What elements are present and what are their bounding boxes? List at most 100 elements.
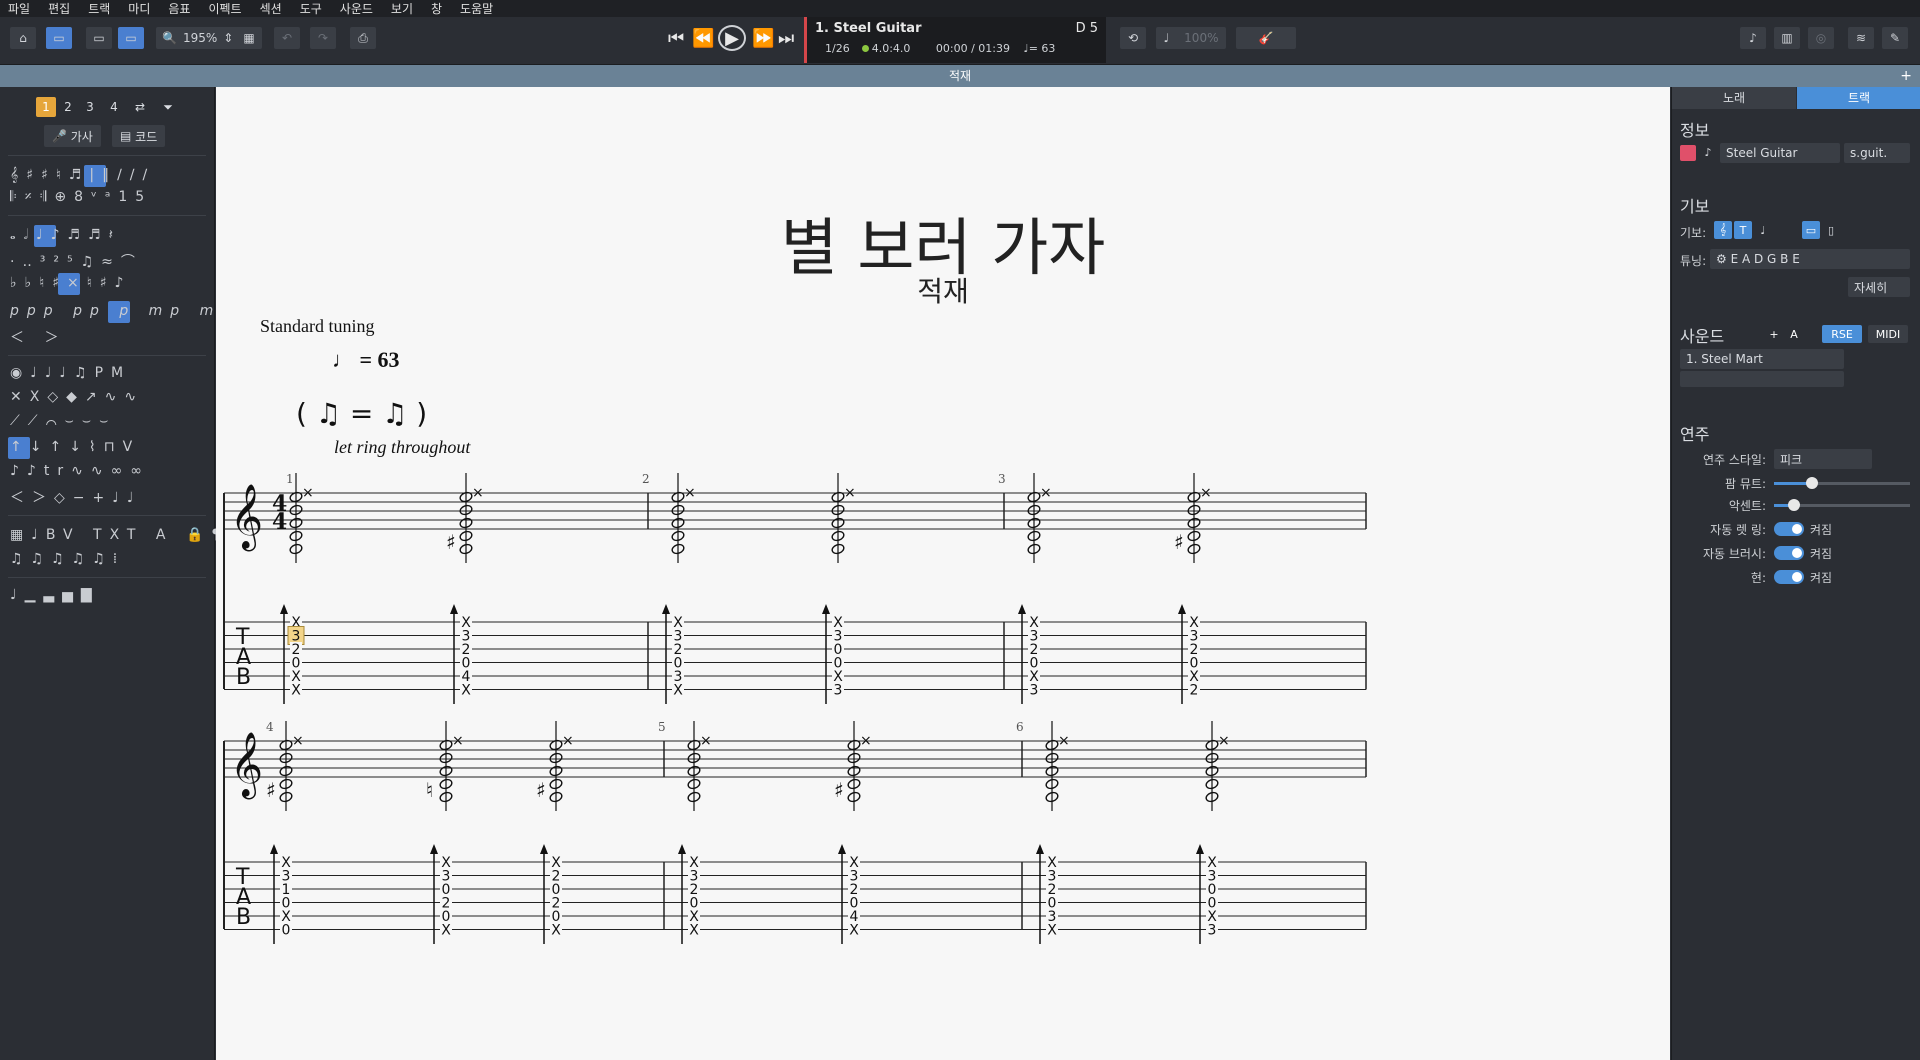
chord-button[interactable]: ▤ 코드 xyxy=(112,125,166,147)
lcd-track-name: 1. Steel Guitar xyxy=(815,21,922,36)
menu-note[interactable]: 음표 xyxy=(168,0,190,17)
drum-view-icon[interactable]: ◎ xyxy=(1808,27,1834,49)
menu-help[interactable]: 도움말 xyxy=(460,0,493,17)
voice-link-icon[interactable]: ⇄ xyxy=(130,97,150,117)
fast-forward-icon[interactable]: ⏩ xyxy=(752,25,774,51)
menu-bar-menu[interactable]: 마디 xyxy=(128,0,150,17)
track-name-field[interactable]: Steel Guitar xyxy=(1720,143,1840,163)
menu-track[interactable]: 트랙 xyxy=(88,0,110,17)
sound-select[interactable]: 1. Steel Mart xyxy=(1680,349,1844,369)
string-toggle[interactable] xyxy=(1774,570,1804,584)
rse-toggle[interactable]: RSE xyxy=(1822,325,1862,343)
duration-row[interactable]: 𝅝𝅗𝅥♩♪♬♬𝄽 xyxy=(10,227,121,243)
tuning-field[interactable]: ⚙ E A D G B E xyxy=(1710,249,1910,269)
play-style-select[interactable]: 피크 xyxy=(1774,449,1872,469)
accent-slider[interactable] xyxy=(1774,499,1910,511)
guitar-view-icon[interactable]: ♪ xyxy=(1740,27,1766,49)
tab-song[interactable]: 노래 xyxy=(1672,87,1796,109)
notation-canvas[interactable]: 𝄞 44TAB1×X320XX×♯X3204X2×X3203X×X300X33×X… xyxy=(216,87,1670,1060)
menu-edit[interactable]: 편집 xyxy=(48,0,70,17)
right-panel-toggle-icon[interactable]: ▭ xyxy=(118,27,144,49)
effects-row-5[interactable]: ♪♪tr∿∿∞∞ xyxy=(10,463,150,479)
score-page[interactable]: 별 보러 가자 적재 Standard tuning ♩ = 63 ( ♫ = … xyxy=(216,87,1670,1060)
palm-mute-slider[interactable] xyxy=(1774,477,1910,489)
page-layout-icon[interactable]: ▦ xyxy=(236,27,262,49)
play-icon[interactable]: ▶ xyxy=(718,25,746,51)
accent-knob[interactable] xyxy=(1788,499,1801,511)
single-staff-icon[interactable]: ▭ xyxy=(1802,221,1820,239)
bottom-panel-toggle-icon[interactable]: ▭ xyxy=(86,27,112,49)
menu-window[interactable]: 창 xyxy=(431,0,442,17)
fret-number: X xyxy=(673,683,683,699)
fret-number: X xyxy=(689,923,699,939)
lcd-position: 1/26 xyxy=(825,42,850,55)
standard-notation-icon[interactable]: 𝄞 xyxy=(1714,221,1732,239)
tab-notation-icon[interactable]: T xyxy=(1734,221,1752,239)
dead-note-head: × xyxy=(452,733,464,749)
mixer-icon[interactable]: ≋ xyxy=(1848,27,1874,49)
slash-notation-toggle-icon[interactable]: ♩ xyxy=(1754,221,1772,239)
voice-4-button[interactable]: 4 xyxy=(104,97,124,117)
auto-brush-toggle[interactable] xyxy=(1774,546,1804,560)
multi-staff-icon[interactable]: ▯ xyxy=(1822,221,1840,239)
voice-2-button[interactable]: 2 xyxy=(58,97,78,117)
go-to-end-icon[interactable]: ⏭ xyxy=(778,25,794,51)
sound-heading: 사운드 xyxy=(1680,327,1725,346)
document-tab[interactable]: 적재 xyxy=(949,69,971,83)
lcd-display[interactable]: 1. Steel Guitar D 5 1/26 4.0:4.0 00:00 / … xyxy=(804,17,1106,63)
effects-row-2[interactable]: ✕X◇◆↗∿∿ xyxy=(10,389,144,405)
velocity-row[interactable]: ♩▁▃▅▇ xyxy=(10,587,100,603)
midi-toggle[interactable]: MIDI xyxy=(1868,325,1908,343)
accidental-row[interactable]: ♭♭♮♯×♮♯♪ xyxy=(10,275,131,291)
home-icon[interactable]: ⌂ xyxy=(10,27,36,49)
palm-mute-knob[interactable] xyxy=(1806,477,1819,489)
tuner-icon[interactable]: 🎸 xyxy=(1236,27,1296,49)
dead-note-head: × xyxy=(700,733,712,749)
track-color-swatch[interactable] xyxy=(1680,145,1696,161)
edit-pen-icon[interactable]: ✎ xyxy=(1882,27,1908,49)
lyrics-button[interactable]: 🎤 가사 xyxy=(44,125,101,147)
hairpin-row[interactable]: ＜ ＞ xyxy=(10,327,66,347)
effects-row-4[interactable]: ↑↓↑↓⌇⊓V xyxy=(10,439,140,455)
rewind-icon[interactable]: ⏪ xyxy=(692,25,714,51)
lcd-signature: 4.0:4.0 xyxy=(871,42,911,55)
playback-speed[interactable]: ♩ 100% xyxy=(1156,27,1226,49)
auto-let-ring-toggle[interactable] xyxy=(1774,522,1804,536)
new-tab-icon[interactable]: + xyxy=(1900,65,1912,87)
auto-sound-icon[interactable]: A xyxy=(1786,325,1802,343)
repeat-row[interactable]: 𝄆𝄎𝄇⊕8ᵛᵃ15 xyxy=(10,189,152,205)
undo-icon[interactable]: ↶ xyxy=(274,27,300,49)
zoom-control[interactable]: 🔍 195% ⇕ xyxy=(156,27,246,49)
track-short-name-field[interactable]: s.guit. xyxy=(1844,143,1910,163)
tab-track[interactable]: 트랙 xyxy=(1797,87,1920,109)
details-button[interactable]: 자세히 xyxy=(1848,277,1910,297)
text-row[interactable]: ▦♩BV TXT A 🔒¶ xyxy=(10,527,228,543)
effects-row-3[interactable]: ⟋⟋⌒⌣⌣⌣ xyxy=(10,413,116,429)
voice-3-button[interactable]: 3 xyxy=(80,97,100,117)
strum-arrow-icon xyxy=(678,844,686,854)
print-icon[interactable]: ⎙ xyxy=(350,27,376,49)
redo-icon[interactable]: ↷ xyxy=(310,27,336,49)
menu-view[interactable]: 보기 xyxy=(391,0,413,17)
articulation-row[interactable]: ＜＞◇−+♩♩ xyxy=(10,487,141,507)
tab-clef-letter: B xyxy=(236,665,251,690)
menu-file[interactable]: 파일 xyxy=(8,0,30,17)
piano-view-icon[interactable]: ▥ xyxy=(1774,27,1800,49)
dot-tuplet-row[interactable]: ·‥³²⁵♫≈⌒ xyxy=(10,251,143,271)
voice-1-button[interactable]: 1 xyxy=(36,97,56,117)
menu-section[interactable]: 섹션 xyxy=(260,0,282,17)
menu-sound[interactable]: 사운드 xyxy=(340,0,373,17)
filter-icon[interactable]: ⏷ xyxy=(158,97,178,117)
loop-icon[interactable]: ⟲ xyxy=(1120,27,1146,49)
left-panel-toggle-icon[interactable]: ▭ xyxy=(46,27,72,49)
beam-row[interactable]: ♫♫♫♫♫⁞ xyxy=(10,551,125,567)
sound-effect-chain[interactable] xyxy=(1680,371,1844,387)
go-to-start-icon[interactable]: ⏮ xyxy=(668,25,684,51)
menu-effects[interactable]: 이펙트 xyxy=(208,0,241,17)
clef-key-row[interactable]: 𝄞♯♯♮♬|‖∕∕∕ xyxy=(10,167,155,183)
add-sound-icon[interactable]: + xyxy=(1766,325,1782,343)
menu-tools[interactable]: 도구 xyxy=(300,0,322,17)
strum-arrow-icon xyxy=(540,844,548,854)
fret-number: X xyxy=(1047,923,1057,939)
effects-row-1[interactable]: ◉♩♩♩♫PM xyxy=(10,365,131,381)
